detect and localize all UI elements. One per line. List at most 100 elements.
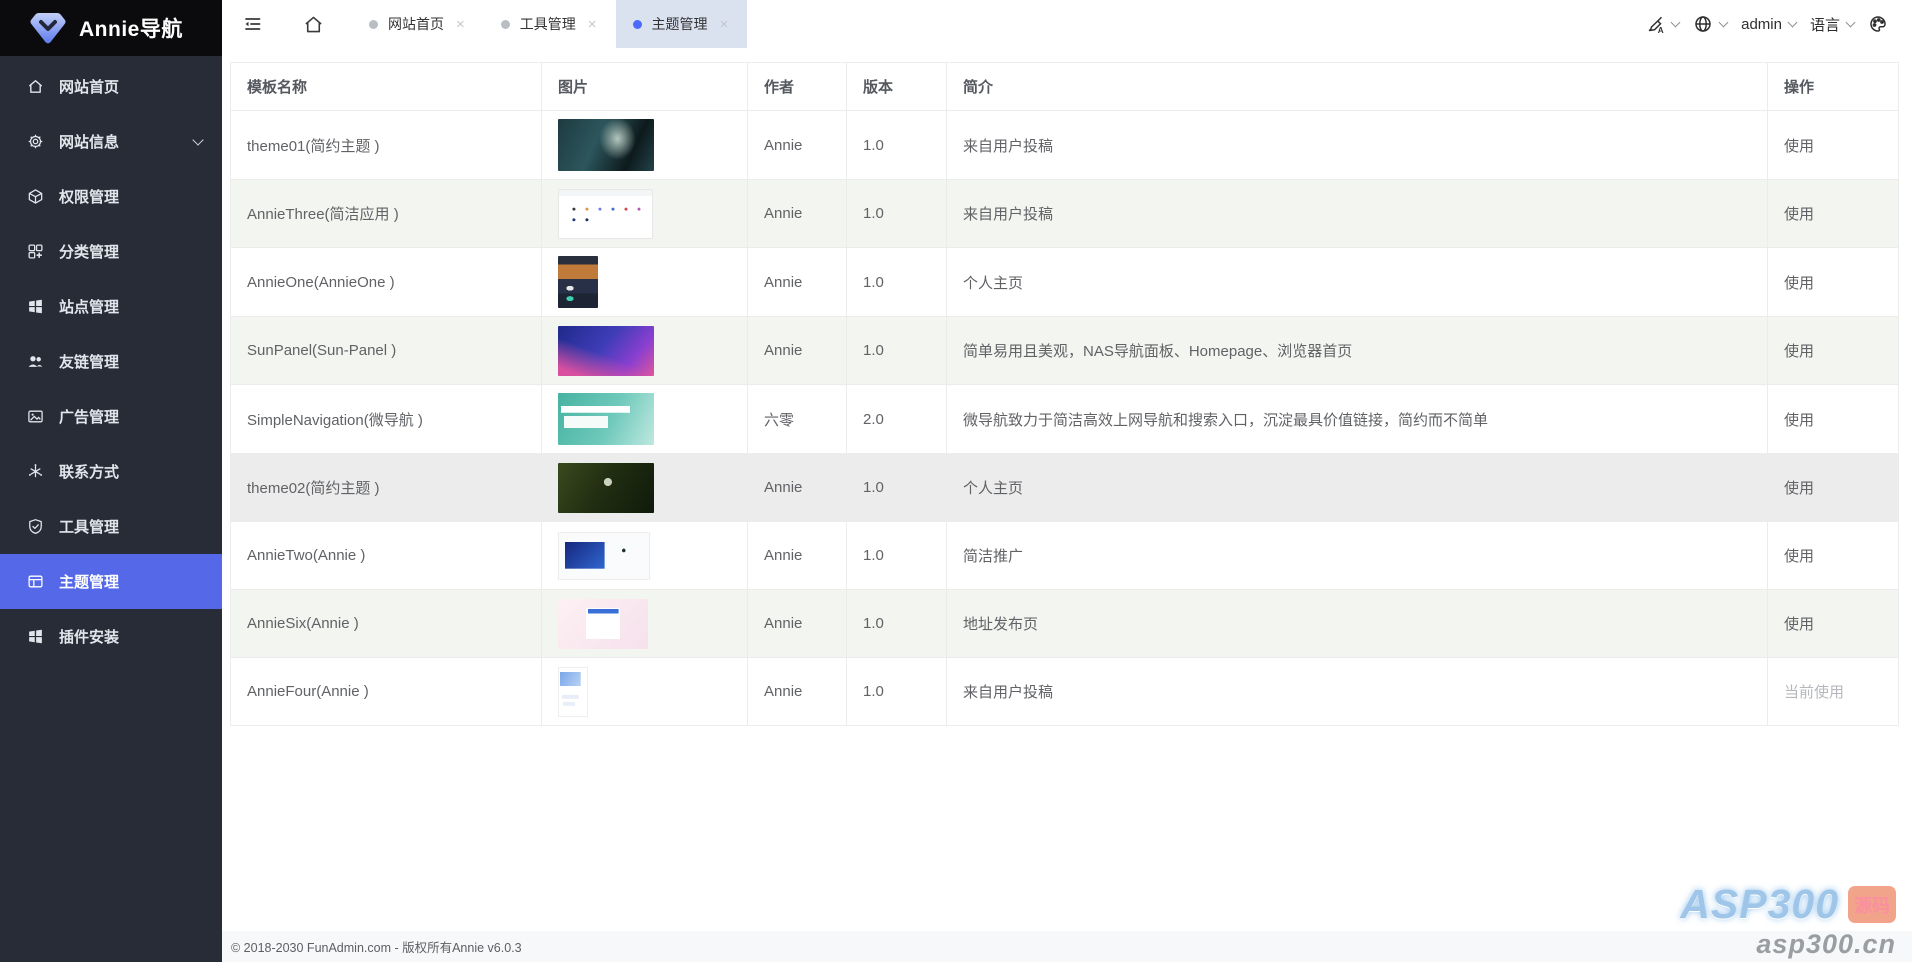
action-cell: 使用 — [1767, 521, 1899, 590]
table-row: AnnieThree(简洁应用 ) Annie 1.0 来自用户投稿 使用 — [230, 179, 1899, 248]
globe-icon — [1695, 16, 1711, 32]
clear-cache-menu[interactable]: A — [1645, 14, 1681, 34]
description-cell: 简单易用且美观，NAS导航面板、Homepage、浏览器首页 — [946, 316, 1768, 385]
diamond-logo-icon — [30, 13, 66, 44]
action-cell: 使用 — [1767, 384, 1899, 454]
sidebar-item-sites[interactable]: 站点管理 — [0, 279, 222, 334]
palette-icon — [1870, 16, 1886, 32]
table-row: SimpleNavigation(微导航 ) 六零 2.0 微导航致力于简洁高效… — [230, 384, 1899, 454]
version-cell: 1.0 — [846, 247, 947, 317]
template-image-cell — [541, 179, 748, 248]
author-cell: Annie — [747, 657, 847, 726]
sidebar-item-permissions[interactable]: 权限管理 — [0, 169, 222, 224]
description-cell: 来自用户投稿 — [946, 179, 1768, 248]
description-cell: 来自用户投稿 — [946, 110, 1768, 180]
col-header-description: 简介 — [946, 62, 1768, 111]
template-name: AnnieTwo(Annie ) — [247, 547, 366, 564]
author-cell: Annie — [747, 589, 847, 658]
use-button[interactable]: 使用 — [1784, 548, 1814, 565]
tab-tools[interactable]: 工具管理 × — [484, 0, 616, 48]
chevron-down-icon — [1670, 17, 1681, 27]
use-button[interactable]: 使用 — [1784, 138, 1814, 155]
sidebar-item-tools[interactable]: 工具管理 — [0, 499, 222, 554]
sidebar-item-ads[interactable]: 广告管理 — [0, 389, 222, 444]
use-button[interactable]: 使用 — [1784, 616, 1814, 633]
username: admin — [1741, 15, 1782, 33]
language-menu[interactable]: 语言 — [1809, 14, 1856, 35]
fullscreen-globe-menu[interactable] — [1693, 14, 1729, 34]
watermark: ASP300 源码 asp300.cn — [1680, 881, 1896, 960]
close-tab-icon[interactable]: × — [586, 15, 599, 34]
author-cell: Annie — [747, 110, 847, 180]
description-cell: 简洁推广 — [946, 521, 1768, 590]
template-name-cell: theme02(简约主题 ) — [230, 453, 542, 522]
template-thumbnail — [558, 256, 598, 308]
watermark-domain: asp300.cn — [1756, 929, 1896, 959]
copyright-text: © 2018-2030 FunAdmin.com - 版权所有Annie v6.… — [231, 941, 522, 955]
version-cell: 1.0 — [846, 657, 947, 726]
tab-status-dot-icon — [500, 19, 510, 29]
home-icon[interactable] — [303, 14, 324, 35]
sidebar-item-contact[interactable]: 联系方式 — [0, 444, 222, 499]
language-label: 语言 — [1809, 16, 1840, 34]
sidebar-item-label: 权限管理 — [59, 189, 120, 206]
template-name: AnnieOne(AnnieOne ) — [247, 273, 395, 291]
table-row: AnnieFour(Annie ) Annie 1.0 来自用户投稿 当前使用 — [230, 657, 1899, 726]
version-cell: 1.0 — [846, 179, 947, 248]
version-cell: 1.0 — [846, 521, 947, 590]
author-cell: Annie — [747, 316, 847, 385]
col-header-image: 图片 — [541, 62, 748, 111]
table-row: AnnieSix(Annie ) Annie 1.0 地址发布页 使用 — [230, 589, 1899, 658]
svg-text:A: A — [1658, 26, 1664, 34]
template-thumbnail — [558, 531, 650, 580]
sidebar-item-themes[interactable]: 主题管理 — [0, 554, 222, 609]
use-button[interactable]: 使用 — [1784, 480, 1814, 497]
template-name-cell: SunPanel(Sun-Panel ) — [230, 316, 542, 385]
fold-sidebar-icon[interactable] — [242, 14, 263, 34]
close-tab-icon[interactable]: × — [718, 15, 731, 34]
shield-check-icon — [27, 518, 44, 535]
theme-table: 模板名称 图片 作者 版本 简介 操作 theme01(简约主题 ) Annie… — [230, 62, 1899, 726]
use-button[interactable]: 使用 — [1784, 275, 1814, 292]
use-button[interactable]: 使用 — [1784, 206, 1814, 223]
action-cell: 使用 — [1767, 179, 1899, 248]
tab-bar: 网站首页 × 工具管理 × 主题管理 × — [352, 0, 748, 48]
sidebar-item-categories[interactable]: 分类管理 — [0, 224, 222, 279]
tab-label: 主题管理 — [651, 16, 708, 32]
template-name: SunPanel(Sun-Panel ) — [247, 342, 397, 359]
sidebar-item-label: 友链管理 — [59, 354, 120, 371]
sidebar-item-site-info[interactable]: 网站信息 — [0, 114, 222, 169]
chevron-down-icon — [1845, 17, 1856, 27]
table-body: theme01(简约主题 ) Annie 1.0 来自用户投稿 使用 Annie… — [230, 110, 1899, 726]
footer: © 2018-2030 FunAdmin.com - 版权所有Annie v6.… — [222, 931, 1912, 962]
template-name-cell: AnnieTwo(Annie ) — [230, 521, 542, 590]
table-row: SunPanel(Sun-Panel ) Annie 1.0 简单易用且美观，N… — [230, 316, 1899, 385]
gear-icon — [27, 133, 44, 150]
current-use-label: 当前使用 — [1784, 684, 1845, 701]
use-button[interactable]: 使用 — [1784, 412, 1814, 429]
sidebar-item-home[interactable]: 网站首页 — [0, 59, 222, 114]
sidebar-item-label: 分类管理 — [59, 244, 120, 261]
app-title: Annie导航 — [79, 18, 183, 41]
template-thumbnail — [558, 119, 654, 171]
action-cell: 使用 — [1767, 453, 1899, 522]
close-tab-icon[interactable]: × — [454, 15, 467, 34]
tab-themes[interactable]: 主题管理 × — [615, 0, 748, 48]
app-logo[interactable]: Annie导航 — [0, 0, 222, 56]
author-cell: 六零 — [747, 384, 847, 454]
version-cell: 1.0 — [846, 589, 947, 658]
tab-status-dot-icon — [632, 19, 642, 29]
author-cell: Annie — [747, 179, 847, 248]
description-cell: 个人主页 — [946, 453, 1768, 522]
template-image-cell — [541, 589, 748, 658]
action-cell: 使用 — [1767, 247, 1899, 317]
version-cell: 1.0 — [846, 453, 947, 522]
tab-home[interactable]: 网站首页 × — [352, 0, 484, 48]
user-menu[interactable]: admin — [1741, 15, 1798, 33]
plugin-icon — [27, 628, 44, 645]
sidebar-item-plugins[interactable]: 插件安装 — [0, 609, 222, 664]
version-cell: 2.0 — [846, 384, 947, 454]
sidebar-item-friend-links[interactable]: 友链管理 — [0, 334, 222, 389]
theme-palette-button[interactable] — [1868, 14, 1888, 34]
use-button[interactable]: 使用 — [1784, 343, 1814, 360]
